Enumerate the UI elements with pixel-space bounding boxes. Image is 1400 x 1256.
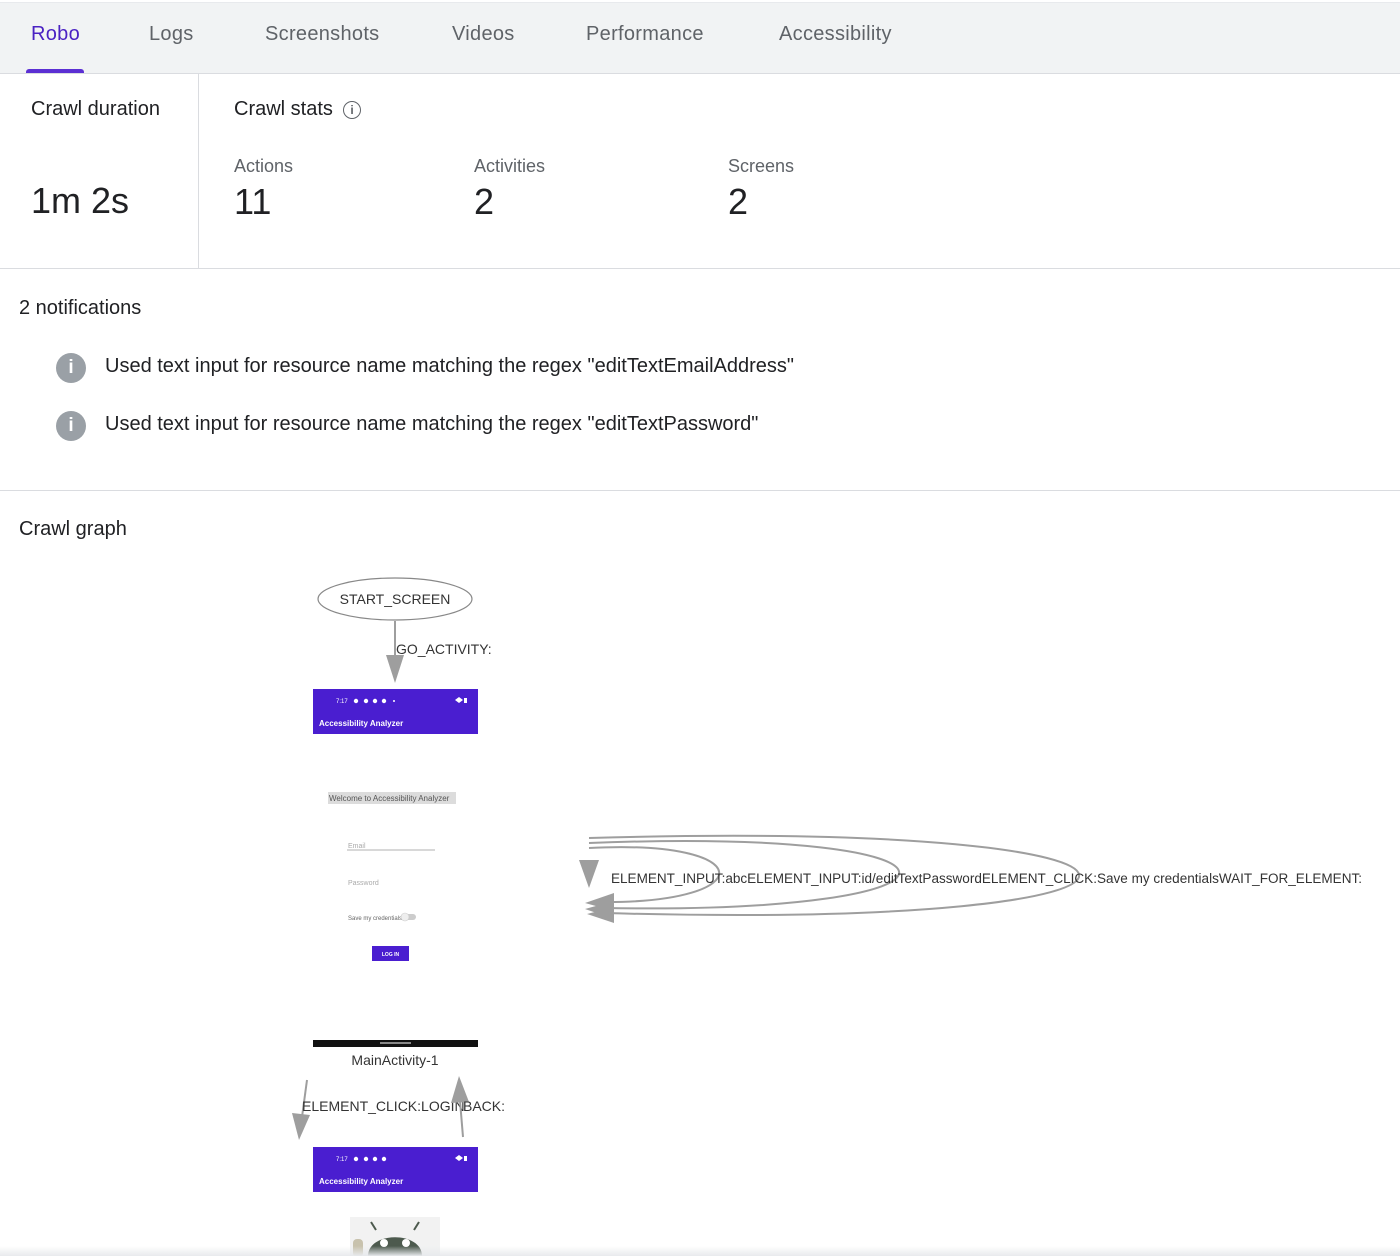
crawl-stats-title: Crawl stats [234,98,333,120]
toggle-knob [400,912,410,922]
crawl-duration-card: Crawl duration 1m 2s [0,73,199,268]
stats-row: Crawl duration 1m 2s Crawl stats i Actio… [0,73,1400,269]
notifications-title: 2 notifications [19,297,142,319]
main-activity-node[interactable]: 7:17 Accessibility Analyzer Welcome to A… [313,689,478,1068]
arrowhead [579,860,599,888]
status-icon [363,1156,369,1162]
stat-value-actions: 11 [234,181,272,222]
crawl-duration-title: Crawl duration [31,98,160,120]
tab-screenshots[interactable]: Screenshots [265,3,379,73]
crawl-graph-section: Crawl graph START_SCREEN GO_ACTIVITY: 7:… [0,491,1400,1256]
bottom-edge [0,1246,1400,1256]
status-icon [393,700,395,702]
login-button-label: LOG IN [382,952,400,958]
start-screen-node[interactable]: START_SCREEN [317,577,473,621]
status-time: 7:17 [336,699,348,705]
info-outline-icon[interactable]: i [343,101,361,119]
info-filled-icon: i [56,353,86,383]
edge-go-activity[interactable]: GO_ACTIVITY: [386,621,492,683]
notification-text: Used text input for resource name matchi… [105,355,794,377]
tab-accessibility[interactable]: Accessibility [779,3,892,73]
stat-label-activities: Activities [474,156,546,176]
app-bar-title: Accessibility Analyzer [319,719,403,728]
stat-value-activities: 2 [474,181,495,222]
edge-go-activity-label: GO_ACTIVITY: [396,641,492,657]
main-activity-label: MainActivity-1 [351,1052,438,1068]
tab-videos[interactable]: Videos [452,3,515,73]
edge-login-label: ELEMENT_CLICK:LOGIN [302,1098,465,1114]
status-icon [353,1156,359,1162]
save-credentials-label: Save my credentials [348,916,402,922]
stat-label-actions: Actions [234,156,294,176]
edge-login-click[interactable]: ELEMENT_CLICK:LOGIN [292,1079,465,1140]
crawl-graph[interactable]: START_SCREEN GO_ACTIVITY: 7:17 Accessibi… [0,491,1400,1256]
status-icon [372,1156,378,1162]
second-screen-node[interactable]: 7:17 Accessibility Analyzer [313,1147,478,1192]
status-icon [381,1156,387,1162]
notifications-section: 2 notifications i Used text input for re… [0,269,1400,491]
edge-back-label: BACK: [463,1098,505,1114]
info-filled-icon: i [56,411,86,441]
start-screen-label: START_SCREEN [340,591,451,607]
stat-value-screens: 2 [728,181,749,222]
tab-performance[interactable]: Performance [586,3,704,73]
notification-text: Used text input for resource name matchi… [105,413,759,435]
app-bar-title: Accessibility Analyzer [319,1177,403,1186]
stat-label-screens: Screens [728,156,795,176]
status-icon [372,698,378,704]
self-loop-edges[interactable]: ELEMENT_INPUT:abcELEMENT_INPUT:id/editTe… [579,834,1362,923]
tab-bar: Robo Logs Screenshots Videos Performance… [0,2,1400,74]
welcome-text: Welcome to Accessibility Analyzer [329,794,450,803]
crawl-duration-value: 1m 2s [31,180,130,221]
battery-icon [464,1156,467,1161]
tab-logs[interactable]: Logs [149,3,194,73]
status-icon [363,698,369,704]
status-time: 7:17 [336,1157,348,1163]
status-icon [353,698,359,704]
battery-icon [464,698,467,703]
status-icon [381,698,387,704]
email-hint: Email [348,843,366,850]
tab-robo[interactable]: Robo [31,3,80,73]
password-hint: Password [348,880,379,887]
self-loop-label: ELEMENT_INPUT:abcELEMENT_INPUT:id/editTe… [611,871,1362,886]
